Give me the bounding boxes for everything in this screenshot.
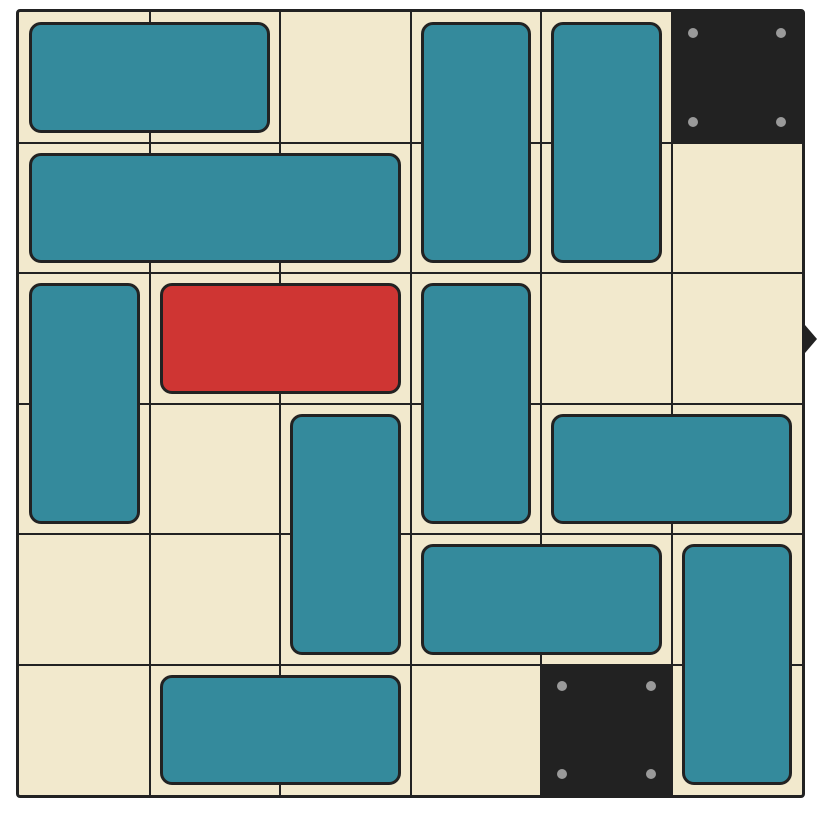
bolt-icon [687, 116, 698, 127]
bolt-icon [645, 769, 656, 779]
wall-block [541, 664, 673, 796]
bolt-icon [557, 769, 567, 779]
vertical-block[interactable] [681, 544, 792, 785]
horizontal-block[interactable] [29, 22, 270, 133]
wall-block [671, 12, 803, 144]
exit-arrow-icon [805, 325, 817, 353]
puzzle-board [16, 9, 805, 798]
horizontal-block[interactable] [29, 152, 401, 263]
horizontal-block[interactable] [551, 413, 792, 524]
bolt-icon [776, 116, 786, 127]
vertical-block[interactable] [551, 22, 662, 263]
bolt-icon [776, 28, 786, 38]
horizontal-block[interactable] [159, 674, 401, 785]
bolt-icon [645, 680, 656, 691]
bolt-icon [557, 680, 567, 691]
vertical-block[interactable] [290, 413, 401, 655]
grid-line-horizontal [19, 533, 802, 535]
vertical-block[interactable] [420, 283, 531, 524]
horizontal-block[interactable] [420, 544, 662, 655]
target-block[interactable] [159, 283, 401, 394]
bolt-icon [687, 28, 698, 38]
vertical-block[interactable] [420, 22, 531, 263]
vertical-block[interactable] [29, 283, 140, 524]
